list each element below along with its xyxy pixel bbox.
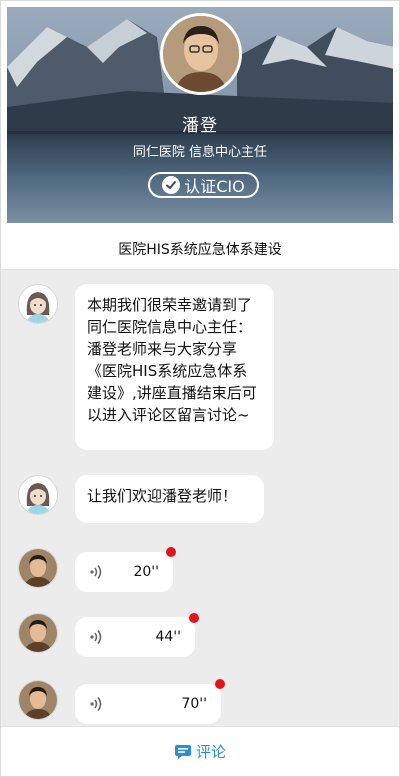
checkmark-icon (162, 176, 181, 194)
female-host-icon (19, 285, 57, 323)
badge-label: 认证CIO (184, 177, 245, 196)
speaker-avatar[interactable] (18, 613, 58, 653)
male-speaker-icon (19, 614, 57, 652)
host-avatar[interactable] (18, 284, 58, 324)
voice-wave-icon (90, 630, 102, 644)
voice-duration: 44'' (155, 629, 181, 645)
speaker-title: 同仁医院 信息中心主任 (132, 145, 268, 160)
voice-message[interactable]: 44'' (75, 617, 195, 657)
message-bubble: 本期我们很荣幸邀请到了同仁医院信息中心主任：潘登老师来与大家分享《医院HIS系统… (75, 284, 274, 450)
profile-header: 潘登 同仁医院 信息中心主任 认证CIO (7, 7, 393, 223)
host-avatar[interactable] (18, 475, 58, 515)
page-title-text: 医院HIS系统应急体系建设 (118, 242, 282, 258)
message-bubble: 让我们欢迎潘登老师！ (75, 475, 264, 523)
voice-duration: 20'' (133, 564, 159, 580)
chat-area[interactable]: 本期我们很荣幸邀请到了同仁医院信息中心主任：潘登老师来与大家分享《医院HIS系统… (1, 270, 399, 726)
unread-dot (189, 613, 199, 623)
voice-message[interactable]: 70'' (75, 684, 221, 724)
voice-wave-icon (90, 697, 102, 711)
voice-duration: 70'' (181, 696, 207, 712)
male-speaker-icon (19, 549, 57, 587)
speaker-avatar-large[interactable] (160, 13, 242, 95)
page-title: 医院HIS系统应急体系建设 (1, 229, 399, 270)
speaker-portrait-icon (163, 16, 239, 92)
comment-button[interactable]: 评论 (1, 726, 399, 776)
message-text: 本期我们很荣幸邀请到了同仁医院信息中心主任：潘登老师来与大家分享《医院HIS系统… (87, 296, 257, 424)
male-speaker-icon (19, 681, 57, 719)
comment-icon (174, 744, 191, 759)
speaker-avatar[interactable] (18, 548, 58, 588)
message-text: 让我们欢迎潘登老师！ (87, 487, 238, 505)
female-host-icon (19, 476, 57, 514)
voice-wave-icon (90, 565, 102, 579)
unread-dot (215, 679, 225, 689)
speaker-name: 潘登 (182, 116, 218, 136)
cio-badge: 认证CIO (148, 172, 259, 198)
speaker-avatar[interactable] (18, 680, 58, 720)
comment-label: 评论 (195, 743, 226, 761)
unread-dot (166, 547, 176, 557)
voice-message[interactable]: 20'' (75, 552, 173, 592)
app-frame: 潘登 同仁医院 信息中心主任 认证CIO 医院HIS系统应急体系建设 本期我们很… (0, 0, 400, 777)
